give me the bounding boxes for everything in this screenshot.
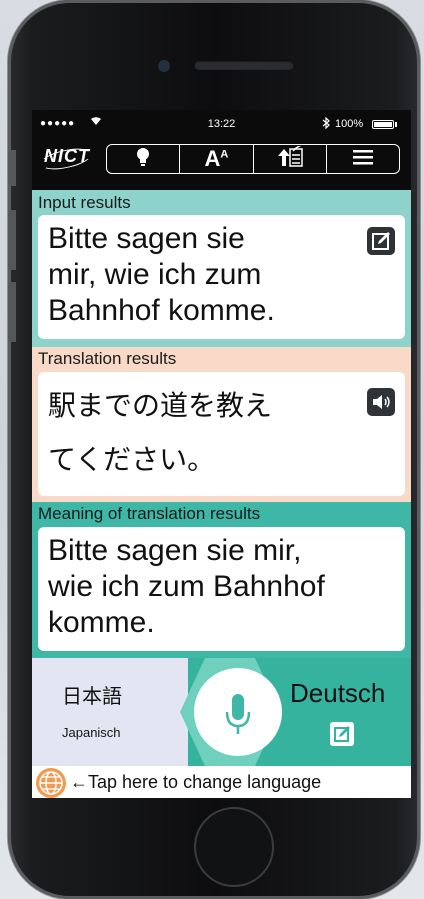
- upload-checklist-button[interactable]: [254, 142, 327, 173]
- toolbar: NICT AA: [32, 140, 411, 180]
- input-text-line-2: mir, wie ich zum: [48, 258, 262, 291]
- earpiece-speaker: [194, 60, 294, 70]
- microphone-icon: [225, 694, 251, 734]
- battery-tip: [395, 122, 397, 127]
- input-text-line-3: Bahnhof komme.: [48, 294, 275, 327]
- edit-language-button[interactable]: [330, 722, 354, 746]
- volume-down-button: [8, 282, 16, 342]
- font-size-icon: AA: [204, 146, 229, 171]
- app-screen: ●●●●● 13:22 100% NICT AA Input results B…: [32, 110, 411, 798]
- edit-icon: [334, 726, 350, 742]
- source-language-label: 日本語: [62, 684, 122, 708]
- front-camera: [158, 60, 170, 72]
- battery-icon: [372, 120, 394, 129]
- font-size-button[interactable]: AA: [180, 145, 254, 173]
- speaker-icon: [373, 395, 390, 409]
- change-language-hint-text: ←Tap here to change language: [70, 772, 322, 792]
- mute-switch: [8, 150, 16, 186]
- meaning-results-card: Bitte sagen sie mir, wie ich zum Bahnhof…: [38, 527, 405, 651]
- source-language-sub-label: Japanisch: [62, 725, 121, 740]
- meaning-results-label: Meaning of translation results: [38, 504, 261, 523]
- status-bar: ●●●●● 13:22 100%: [32, 110, 411, 136]
- mic-button[interactable]: [194, 668, 282, 756]
- upload-checklist-icon: [275, 142, 305, 173]
- battery-percentage: 100%: [335, 118, 364, 130]
- meaning-text-line-3: komme.: [48, 606, 155, 639]
- input-results-card: Bitte sagen sie mir, wie ich zum Bahnhof…: [38, 215, 405, 339]
- edit-icon: [372, 232, 390, 250]
- hamburger-menu-icon: [352, 149, 373, 170]
- nict-logo: NICT: [44, 146, 90, 166]
- translation-text-line-1: 駅までの道を教え: [48, 389, 273, 422]
- volume-up-button: [8, 210, 16, 270]
- edit-input-button[interactable]: [367, 227, 395, 255]
- language-bar: 日本語 Japanisch Deutsch: [32, 658, 411, 766]
- meaning-text-line-1: Bitte sagen sie mir,: [48, 534, 302, 567]
- menu-button[interactable]: [327, 145, 399, 173]
- play-audio-button[interactable]: [367, 388, 395, 416]
- meaning-text-line-2: wie ich zum Bahnhof: [48, 570, 325, 603]
- lightbulb-icon: [136, 147, 150, 172]
- input-text-line-1: Bitte sagen sie: [48, 222, 245, 255]
- target-language-label[interactable]: Deutsch: [290, 678, 385, 709]
- hint-button[interactable]: [107, 145, 181, 173]
- translation-results-label: Translation results: [38, 349, 177, 368]
- input-results-label: Input results: [38, 193, 131, 212]
- translation-results-card: 駅までの道を教え てください。: [38, 372, 405, 496]
- bluetooth-icon: [322, 116, 330, 132]
- translation-text-line-2: てください。: [48, 443, 216, 476]
- home-button[interactable]: [194, 807, 274, 887]
- globe-icon[interactable]: [36, 768, 66, 798]
- toolbar-button-group: AA: [106, 142, 400, 174]
- change-language-hint-bar[interactable]: ←Tap here to change language: [32, 766, 411, 798]
